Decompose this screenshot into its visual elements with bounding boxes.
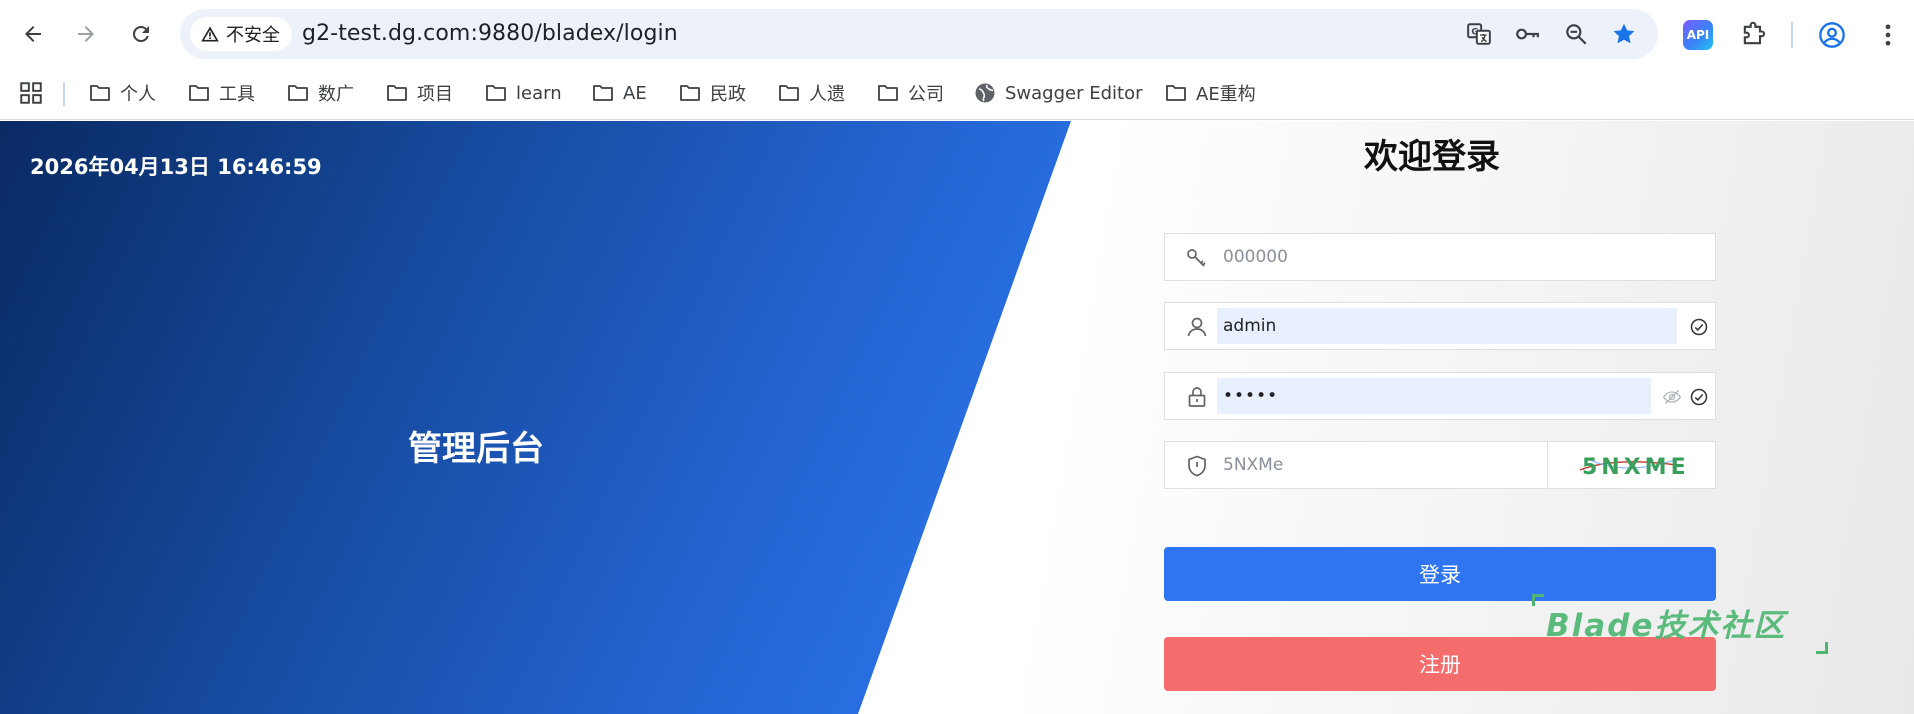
eye-hidden-icon[interactable] bbox=[1662, 387, 1682, 407]
login-page: 2026年04月13日 16:46:59 管理后台 欢迎登录 000000 ad… bbox=[0, 121, 1914, 714]
username-field bbox=[1164, 302, 1716, 350]
toolbar-separator bbox=[1791, 22, 1793, 48]
translate-icon[interactable]: G bbox=[1465, 20, 1493, 48]
lock-icon bbox=[1185, 385, 1209, 409]
arrow-left-icon bbox=[25, 26, 41, 42]
security-indicator[interactable]: 不安全 bbox=[190, 17, 292, 51]
reload-button[interactable] bbox=[123, 16, 159, 52]
check-circle-icon bbox=[1689, 317, 1709, 337]
more-menu-icon[interactable] bbox=[1873, 20, 1903, 50]
warning-icon bbox=[201, 26, 219, 42]
back-button[interactable] bbox=[15, 16, 51, 52]
bookmarks-bar: 个人 工具 数广 项目 learn AE 民政 人遗 公司 Swagger Ed… bbox=[0, 70, 1914, 120]
user-icon bbox=[1185, 315, 1209, 339]
bookmark-folder[interactable]: 人遗 bbox=[777, 78, 845, 108]
community-watermark: Blade技术社区 bbox=[1532, 594, 1828, 654]
hero-title: 管理后台 bbox=[408, 429, 544, 469]
reload-icon bbox=[133, 25, 149, 42]
bookmark-folder[interactable]: 工具 bbox=[187, 78, 255, 108]
shield-icon bbox=[1185, 454, 1209, 478]
bookmark-folder[interactable]: AE bbox=[591, 78, 647, 108]
folder-icon bbox=[189, 85, 209, 101]
folder-icon bbox=[878, 85, 898, 101]
folder-icon bbox=[90, 85, 110, 101]
folder-icon bbox=[1166, 85, 1186, 101]
bookmark-folder[interactable]: learn bbox=[484, 78, 562, 108]
captcha-image[interactable]: 5NXME bbox=[1547, 442, 1715, 488]
watermark-text: Blade技术社区 bbox=[1546, 608, 1787, 644]
password-key-icon[interactable] bbox=[1513, 20, 1541, 48]
folder-icon bbox=[288, 85, 308, 101]
login-title: 欢迎登录 bbox=[1364, 137, 1500, 177]
bookmarks-separator bbox=[63, 82, 65, 106]
bookmark-folder[interactable]: 民政 bbox=[678, 78, 746, 108]
api-extension-icon[interactable]: API bbox=[1683, 20, 1713, 50]
username-input[interactable] bbox=[1217, 308, 1677, 344]
key-icon bbox=[1185, 246, 1209, 270]
folder-icon bbox=[486, 85, 506, 101]
profile-icon[interactable] bbox=[1817, 20, 1847, 50]
forward-button[interactable] bbox=[68, 16, 104, 52]
bookmark-link[interactable]: Swagger Editor bbox=[973, 78, 1143, 108]
folder-icon bbox=[680, 85, 700, 101]
captcha-input[interactable] bbox=[1217, 447, 1517, 483]
globe-icon bbox=[975, 83, 995, 103]
password-input[interactable] bbox=[1217, 378, 1651, 414]
folder-icon bbox=[779, 85, 799, 101]
url-text[interactable]: g2-test.dg.com:9880/bladex/login bbox=[302, 21, 678, 46]
login-button[interactable]: 登录 bbox=[1164, 547, 1716, 601]
folder-icon bbox=[387, 85, 407, 101]
bookmark-folder[interactable]: 公司 bbox=[876, 78, 944, 108]
security-label: 不安全 bbox=[226, 25, 280, 46]
tenant-field bbox=[1164, 233, 1716, 281]
current-datetime: 2026年04月13日 16:46:59 bbox=[30, 155, 322, 179]
address-bar[interactable]: 不安全 g2-test.dg.com:9880/bladex/login G bbox=[180, 9, 1658, 59]
browser-toolbar: 不安全 g2-test.dg.com:9880/bladex/login G A… bbox=[0, 0, 1914, 70]
watermark-corner bbox=[1816, 642, 1828, 654]
captcha-field: 5NXME bbox=[1164, 441, 1716, 489]
zoom-icon[interactable] bbox=[1562, 20, 1590, 48]
apps-grid-icon[interactable] bbox=[18, 80, 44, 106]
extensions-puzzle-icon[interactable] bbox=[1738, 20, 1768, 50]
bookmark-folder[interactable]: AE重构 bbox=[1164, 78, 1256, 108]
bookmark-folder[interactable]: 项目 bbox=[385, 78, 453, 108]
bookmark-folder[interactable]: 数广 bbox=[286, 78, 354, 108]
bookmark-star-icon[interactable] bbox=[1610, 20, 1638, 48]
folder-icon bbox=[593, 85, 613, 101]
bookmark-folder[interactable]: 个人 bbox=[88, 78, 156, 108]
watermark-corner bbox=[1532, 594, 1544, 606]
arrow-right-icon bbox=[78, 26, 94, 42]
hero-panel: 2026年04月13日 16:46:59 管理后台 bbox=[0, 121, 1071, 714]
tenant-input[interactable] bbox=[1217, 239, 1707, 275]
captcha-graphic: 5NXME bbox=[1579, 455, 1688, 480]
password-field bbox=[1164, 372, 1716, 420]
check-circle-icon bbox=[1689, 387, 1709, 407]
svg-text:5NXME: 5NXME bbox=[1582, 455, 1688, 480]
